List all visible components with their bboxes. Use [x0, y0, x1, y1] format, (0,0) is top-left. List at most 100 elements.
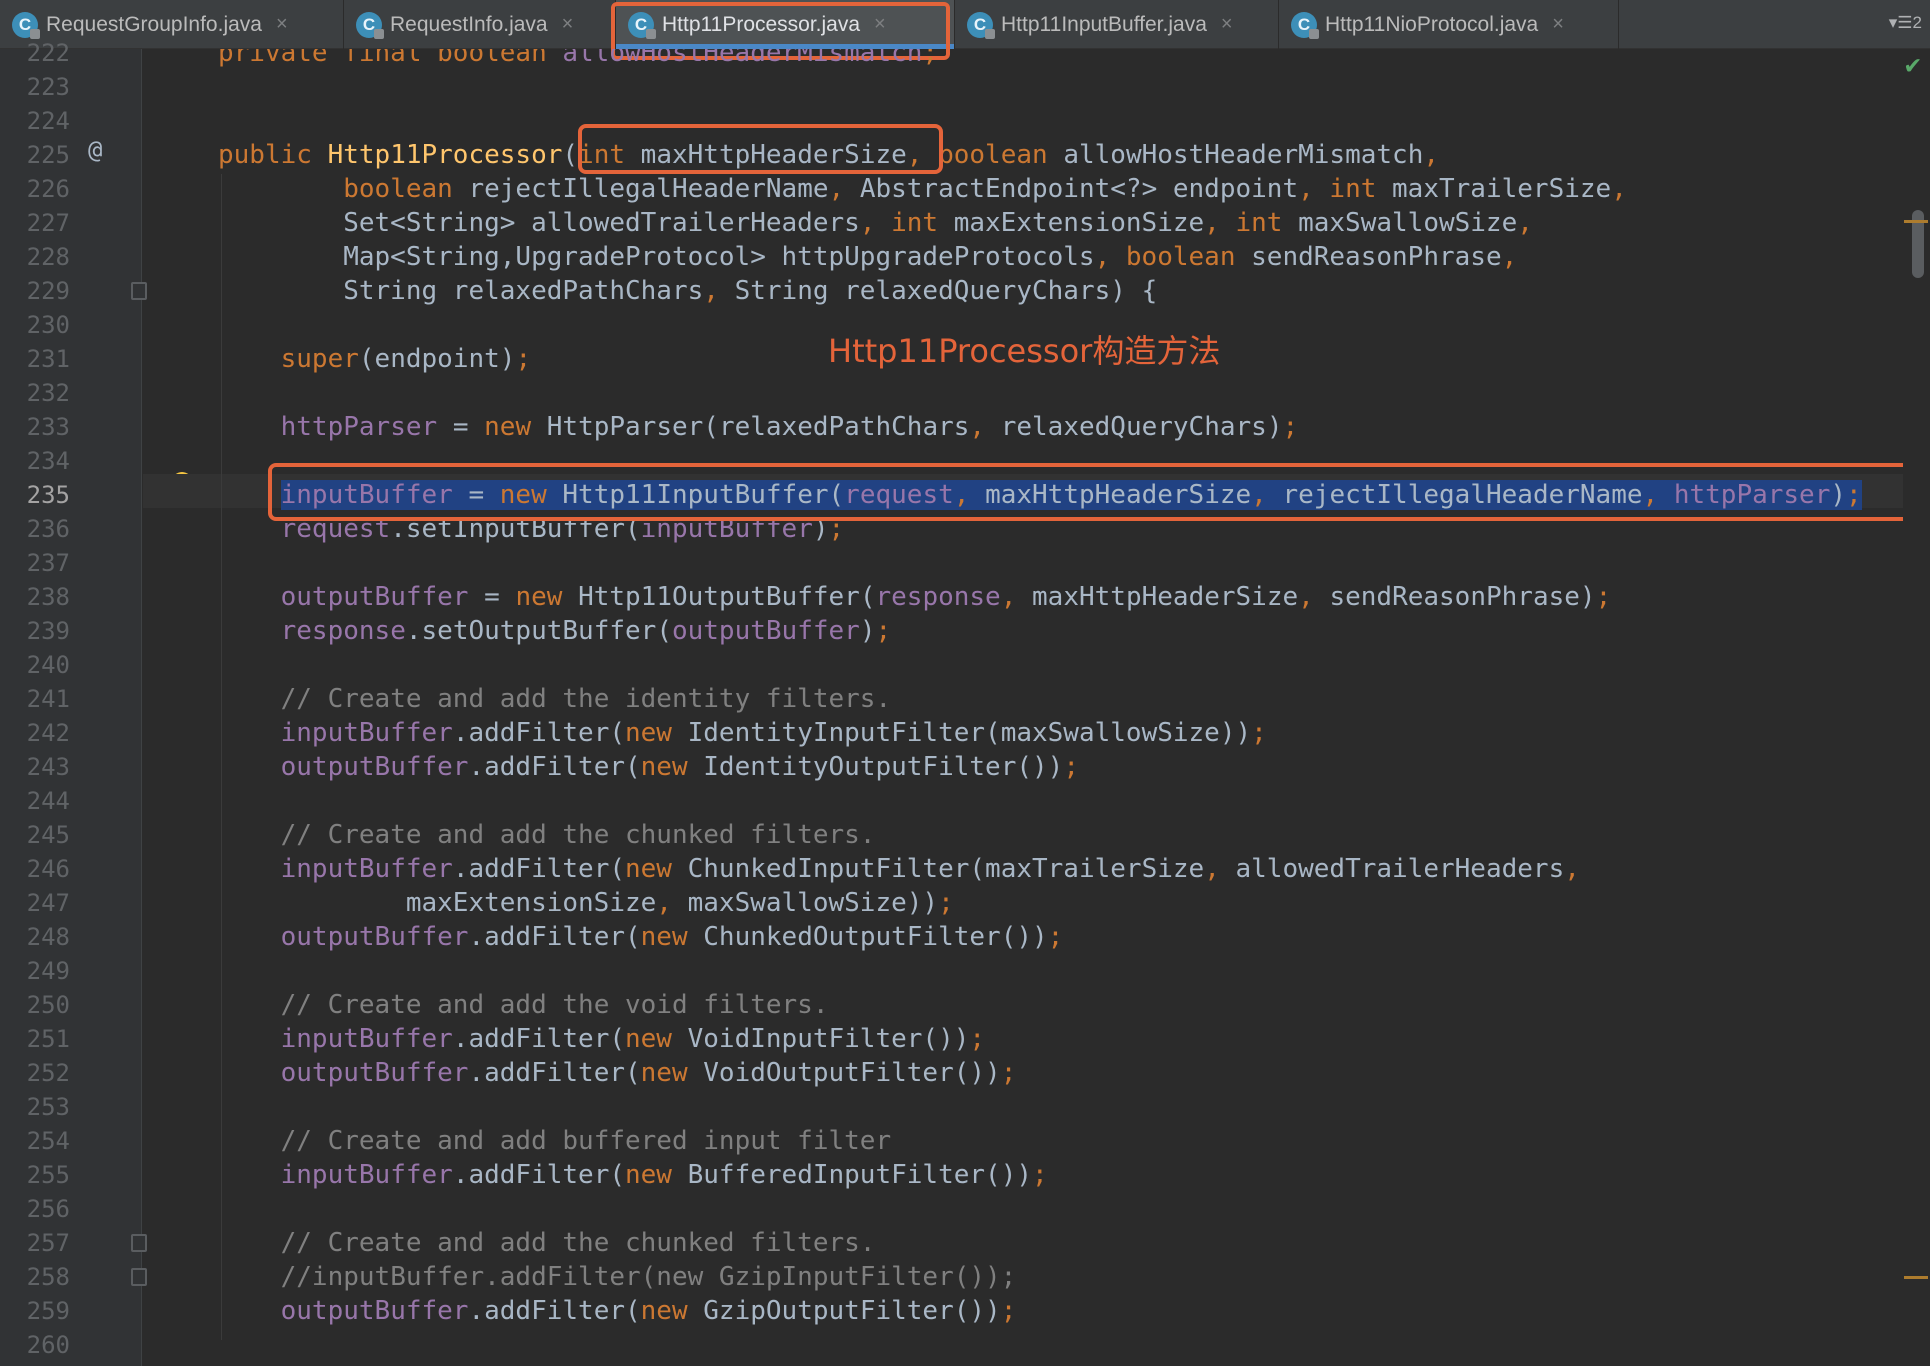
code-line[interactable]: Map<String,UpgradeProtocol> httpUpgradeP…: [218, 240, 1517, 274]
code-line[interactable]: super(endpoint);: [218, 342, 531, 376]
line-number[interactable]: 254: [0, 1124, 70, 1158]
close-icon[interactable]: ×: [1221, 13, 1233, 36]
line-number[interactable]: 241: [0, 682, 70, 716]
code-line[interactable]: Set<String> allowedTrailerHeaders, int m…: [218, 206, 1533, 240]
line-number[interactable]: 232: [0, 376, 70, 410]
line-number[interactable]: 222: [0, 36, 70, 70]
code-token: ;: [1000, 1058, 1017, 1088]
tab-list-menu-button[interactable]: ▾☰2: [1889, 13, 1922, 33]
line-number[interactable]: 247: [0, 886, 70, 920]
code-token: maxSwallowSize)): [687, 888, 939, 918]
code-line[interactable]: outputBuffer.addFilter(new GzipOutputFil…: [218, 1294, 1017, 1328]
code-line[interactable]: httpParser = new HttpParser(relaxedPathC…: [218, 410, 1299, 444]
code-line[interactable]: // Create and add the chunked filters.: [218, 818, 876, 852]
line-number[interactable]: 249: [0, 954, 70, 988]
error-stripe-marker[interactable]: [1904, 220, 1928, 223]
line-number[interactable]: 233: [0, 410, 70, 444]
code-token: HttpParser(relaxedPathChars: [546, 412, 970, 442]
line-number[interactable]: 257: [0, 1226, 70, 1260]
code-token: (: [562, 140, 579, 170]
error-stripe-marker[interactable]: [1904, 1276, 1928, 1279]
tab-requestinfo[interactable]: C RequestInfo.java ×: [344, 0, 616, 49]
code-token: , int: [1298, 174, 1393, 204]
code-line[interactable]: String relaxedPathChars, String relaxedQ…: [218, 274, 1157, 308]
line-number[interactable]: 238: [0, 580, 70, 614]
line-number[interactable]: 230: [0, 308, 70, 342]
line-number[interactable]: 248: [0, 920, 70, 954]
line-number[interactable]: 229: [0, 274, 70, 308]
line-number[interactable]: 236: [0, 512, 70, 546]
line-number[interactable]: 240: [0, 648, 70, 682]
code-token: ChunkedOutputFilter()): [703, 922, 1048, 952]
line-number[interactable]: 256: [0, 1192, 70, 1226]
code-line[interactable]: // Create and add the chunked filters.: [218, 1226, 876, 1260]
code-line[interactable]: inputBuffer.addFilter(new IdentityInputF…: [218, 716, 1267, 750]
line-number[interactable]: 235: [0, 478, 70, 512]
line-number[interactable]: 259: [0, 1294, 70, 1328]
code-line[interactable]: private final boolean allowHostHeaderMis…: [218, 49, 938, 70]
code-token: , int: [1204, 208, 1299, 238]
line-number[interactable]: 250: [0, 988, 70, 1022]
line-number[interactable]: 234: [0, 444, 70, 478]
code-line[interactable]: response.setOutputBuffer(outputBuffer);: [218, 614, 892, 648]
line-number[interactable]: 251: [0, 1022, 70, 1056]
line-number[interactable]: 258: [0, 1260, 70, 1294]
code-line[interactable]: inputBuffer.addFilter(new BufferedInputF…: [218, 1158, 1048, 1192]
code-line[interactable]: inputBuffer.addFilter(new ChunkedInputFi…: [218, 852, 1580, 886]
code-line[interactable]: outputBuffer = new Http11OutputBuffer(re…: [218, 580, 1612, 614]
code-line[interactable]: // Create and add the void filters.: [218, 988, 829, 1022]
code-line[interactable]: inputBuffer.addFilter(new VoidInputFilte…: [218, 1022, 985, 1056]
code-token: response: [875, 582, 1001, 612]
close-icon[interactable]: ×: [276, 13, 288, 36]
line-number[interactable]: 246: [0, 852, 70, 886]
line-number[interactable]: 253: [0, 1090, 70, 1124]
line-number[interactable]: 225: [0, 138, 70, 172]
code-line[interactable]: // Create and add buffered input filter: [218, 1124, 891, 1158]
code-line[interactable]: // Create and add the identity filters.: [218, 682, 891, 716]
code-token: relaxedQueryChars): [1000, 412, 1283, 442]
code-token: new: [640, 752, 704, 782]
tab-http11inputbuffer[interactable]: C Http11InputBuffer.java ×: [955, 0, 1279, 49]
code-token: outputBuffer: [280, 752, 469, 782]
line-number[interactable]: 245: [0, 818, 70, 852]
line-number[interactable]: 224: [0, 104, 70, 138]
editor-tab-bar: C RequestGroupInfo.java × C RequestInfo.java…: [0, 0, 1930, 49]
code-token: outputBuffer: [280, 1296, 469, 1326]
line-number[interactable]: 239: [0, 614, 70, 648]
line-number[interactable]: 228: [0, 240, 70, 274]
code-line[interactable]: outputBuffer.addFilter(new VoidOutputFil…: [218, 1056, 1017, 1090]
line-number[interactable]: 242: [0, 716, 70, 750]
tab-label: RequestGroupInfo.java: [46, 12, 262, 36]
line-number[interactable]: 244: [0, 784, 70, 818]
code-token: outputBuffer: [280, 1058, 469, 1088]
line-number[interactable]: 231: [0, 342, 70, 376]
override-at-marker[interactable]: @: [88, 136, 102, 164]
line-number[interactable]: 237: [0, 546, 70, 580]
code-editor[interactable]: private final boolean allowHostHeaderMis…: [143, 49, 1903, 1366]
no-problems-check-icon[interactable]: ✔: [1905, 50, 1921, 80]
line-number[interactable]: 252: [0, 1056, 70, 1090]
code-line[interactable]: maxExtensionSize, maxSwallowSize));: [218, 886, 954, 920]
code-token: new: [640, 922, 704, 952]
line-number[interactable]: 227: [0, 206, 70, 240]
line-number[interactable]: 243: [0, 750, 70, 784]
tab-http11nioprotocol[interactable]: C Http11NioProtocol.java ×: [1279, 0, 1619, 49]
code-line[interactable]: outputBuffer.addFilter(new IdentityOutpu…: [218, 750, 1079, 784]
code-line[interactable]: boolean rejectIllegalHeaderName, Abstrac…: [218, 172, 1627, 206]
code-token: =: [468, 582, 516, 612]
close-icon[interactable]: ×: [1552, 13, 1564, 36]
code-token: ;: [1251, 718, 1267, 748]
line-number[interactable]: 255: [0, 1158, 70, 1192]
line-number[interactable]: 226: [0, 172, 70, 206]
line-number[interactable]: 260: [0, 1328, 70, 1362]
line-number[interactable]: 223: [0, 70, 70, 104]
code-token: Http11Processor: [327, 140, 563, 170]
close-icon[interactable]: ×: [562, 13, 574, 36]
code-line[interactable]: //inputBuffer.addFilter(new GzipInputFil…: [218, 1260, 1017, 1294]
code-line[interactable]: outputBuffer.addFilter(new ChunkedOutput…: [218, 920, 1064, 954]
code-token: new: [515, 582, 579, 612]
